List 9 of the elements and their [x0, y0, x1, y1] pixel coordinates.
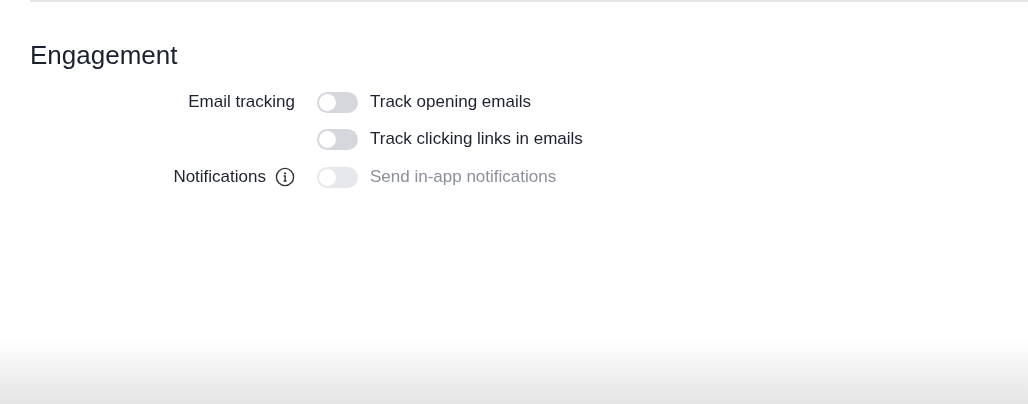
section-title: Engagement: [30, 39, 179, 71]
toggle-switch[interactable]: [317, 91, 358, 113]
setting-label: Notifications: [173, 167, 266, 187]
setting-label: Email tracking: [188, 92, 295, 112]
toggle-switch[interactable]: [317, 128, 358, 150]
toggle-label: Track clicking links in emails: [370, 129, 583, 149]
toggle-label: Send in-app notifications: [370, 167, 557, 187]
toggle-label: Track opening emails: [370, 92, 531, 112]
info-icon[interactable]: [275, 167, 295, 187]
